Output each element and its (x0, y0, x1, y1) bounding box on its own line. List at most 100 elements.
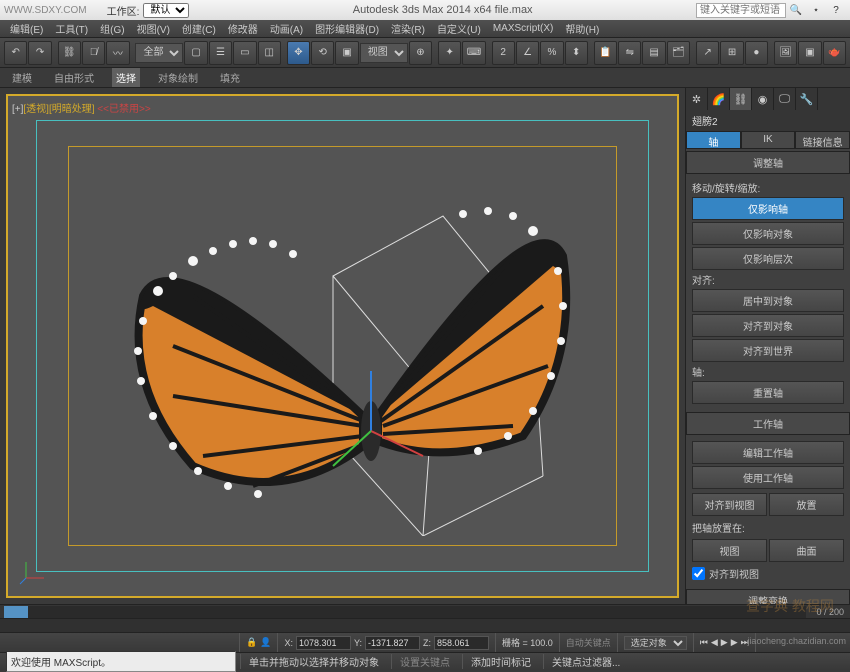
goto-start-icon[interactable]: ⏮ (700, 637, 708, 648)
render-button[interactable]: 🫖 (823, 41, 846, 65)
help-icon[interactable]: ? (828, 2, 844, 18)
help-star-icon[interactable]: ⋆ (808, 2, 824, 18)
menu-customize[interactable]: 自定义(U) (431, 19, 487, 38)
render-setup-button[interactable]: 🖼 (774, 41, 797, 65)
select-region-button[interactable]: ▭ (233, 41, 256, 65)
menu-modifiers[interactable]: 修改器 (222, 19, 264, 38)
menu-animation[interactable]: 动画(A) (264, 19, 309, 38)
snap-angle-button[interactable]: ∠ (516, 41, 539, 65)
btn-edit-working-pivot[interactable]: 编辑工作轴 (692, 441, 844, 464)
tab-selection[interactable]: 选择 (112, 68, 140, 87)
snap-percent-button[interactable]: % (540, 41, 563, 65)
menu-create[interactable]: 创建(C) (176, 19, 222, 38)
viewport-label[interactable]: [+][透视][明暗处理] <<已禁用>> (12, 100, 151, 115)
auto-key-button[interactable]: 自动关键点 (566, 636, 611, 649)
menu-graph-editors[interactable]: 图形编辑器(D) (309, 19, 385, 38)
keyboard-shortcut-button[interactable]: ⌨ (462, 41, 485, 65)
spinner-snap-button[interactable]: ⬍ (565, 41, 588, 65)
object-name-field[interactable]: 翅膀2 (686, 110, 850, 131)
menu-tools[interactable]: 工具(T) (49, 19, 94, 38)
named-selection-button[interactable]: 📋 (594, 41, 617, 65)
btn-use-working-pivot[interactable]: 使用工作轴 (692, 466, 844, 489)
person-icon[interactable]: 👤 (260, 637, 271, 648)
select-by-name-button[interactable]: ☰ (209, 41, 232, 65)
btn-reset-pivot[interactable]: 重置轴 (692, 381, 844, 404)
subtab-linkinfo[interactable]: 链接信息 (795, 131, 850, 149)
time-thumb[interactable] (4, 606, 28, 618)
coord-x-input[interactable] (296, 636, 351, 650)
tab-populate[interactable]: 填充 (216, 68, 244, 87)
btn-affect-pivot-only[interactable]: 仅影响轴 (692, 197, 844, 220)
pivot-center-button[interactable]: ⊕ (409, 41, 432, 65)
btn-align-to-object[interactable]: 对齐到对象 (692, 314, 844, 337)
search-input[interactable] (696, 3, 786, 18)
btn-place-reset[interactable]: 放置 (769, 493, 844, 516)
select-move-button[interactable]: ✥ (287, 41, 310, 65)
undo-button[interactable]: ↶ (4, 41, 27, 65)
select-scale-button[interactable]: ▣ (335, 41, 358, 65)
btn-center-to-object[interactable]: 居中到对象 (692, 289, 844, 312)
tab-create-icon[interactable]: ✲ (686, 88, 708, 110)
btn-place-view[interactable]: 视图 (692, 539, 767, 562)
ref-coord-dropdown[interactable]: 视图 (360, 43, 408, 63)
search-icon[interactable]: 🔍 (788, 2, 804, 18)
manipulate-button[interactable]: ✦ (438, 41, 461, 65)
redo-button[interactable]: ↷ (28, 41, 51, 65)
schematic-view-button[interactable]: ⊞ (720, 41, 743, 65)
material-editor-button[interactable]: ● (745, 41, 768, 65)
btn-affect-object-only[interactable]: 仅影响对象 (692, 222, 844, 245)
add-time-tag[interactable]: 添加时间标记 (462, 654, 539, 669)
menu-render[interactable]: 渲染(R) (385, 19, 431, 38)
tab-object-paint[interactable]: 对象绘制 (154, 68, 202, 87)
coord-z-input[interactable] (434, 636, 489, 650)
prev-frame-icon[interactable]: ◀ (711, 637, 718, 648)
viewport-perspective[interactable]: [+][透视][明暗处理] <<已禁用>> (6, 94, 679, 598)
menu-help[interactable]: 帮助(H) (559, 19, 605, 38)
menu-view[interactable]: 视图(V) (131, 19, 176, 38)
subtab-ik[interactable]: IK (741, 131, 796, 149)
play-icon[interactable]: ▶ (721, 637, 728, 648)
btn-align-to-world[interactable]: 对齐到世界 (692, 339, 844, 362)
rollout-working-pivot[interactable]: 工作轴 (686, 412, 850, 435)
key-filters-button[interactable]: 关键点过滤器... (543, 654, 628, 669)
next-frame-icon[interactable]: ▶ (731, 637, 738, 648)
menu-edit[interactable]: 编辑(E) (4, 19, 49, 38)
key-mode-dropdown[interactable]: 选定对象 (624, 636, 687, 650)
btn-place-surface[interactable]: 曲面 (769, 539, 844, 562)
layer-button[interactable]: 🗂 (667, 41, 690, 65)
btn-affect-hierarchy-only[interactable]: 仅影响层次 (692, 247, 844, 270)
snap-2d-button[interactable]: 2 (492, 41, 515, 65)
btn-align-to-view[interactable]: 对齐到视图 (692, 493, 767, 516)
tab-freeform[interactable]: 自由形式 (50, 68, 98, 87)
rollout-adjust-pivot[interactable]: 调整轴 (686, 151, 850, 174)
menu-group[interactable]: 组(G) (94, 19, 130, 38)
link-button[interactable]: ⛓ (58, 41, 81, 65)
coord-y-input[interactable] (365, 636, 420, 650)
unlink-button[interactable]: ⛓̸ (82, 41, 105, 65)
workspace-select[interactable]: 默认 (143, 3, 189, 18)
maxscript-listener[interactable]: 欢迎使用 MAXScript。 (6, 651, 236, 672)
select-rotate-button[interactable]: ⟲ (311, 41, 334, 65)
butterfly-model[interactable] (103, 156, 583, 536)
render-frame-button[interactable]: ▣ (798, 41, 821, 65)
tab-motion-icon[interactable]: ◉ (752, 88, 774, 110)
tab-hierarchy-icon[interactable]: ⛓ (730, 88, 752, 110)
tab-modify-icon[interactable]: 🌈 (708, 88, 730, 110)
curve-editor-button[interactable]: ↗ (696, 41, 719, 65)
rollout-adjust-transform[interactable]: 调整变换 (686, 589, 850, 604)
selection-filter-dropdown[interactable]: 全部 (135, 43, 183, 63)
time-slider[interactable]: 0 / 200 (0, 604, 850, 618)
select-object-button[interactable]: ▢ (184, 41, 207, 65)
align-button[interactable]: ▤ (642, 41, 665, 65)
tab-modeling[interactable]: 建模 (8, 68, 36, 87)
chk-align-to-view[interactable] (692, 567, 705, 580)
subtab-pivot[interactable]: 轴 (686, 131, 741, 149)
tab-display-icon[interactable]: 🖵 (774, 88, 796, 110)
set-key-button[interactable]: 设置关键点 (391, 654, 458, 669)
mirror-button[interactable]: ⇋ (618, 41, 641, 65)
lock-icon[interactable]: 🔒 (246, 637, 257, 648)
track-bar[interactable] (0, 618, 850, 632)
bind-spacewarp-button[interactable]: 〰 (106, 41, 129, 65)
menu-maxscript[interactable]: MAXScript(X) (487, 21, 560, 36)
tab-utilities-icon[interactable]: 🔧 (796, 88, 818, 110)
